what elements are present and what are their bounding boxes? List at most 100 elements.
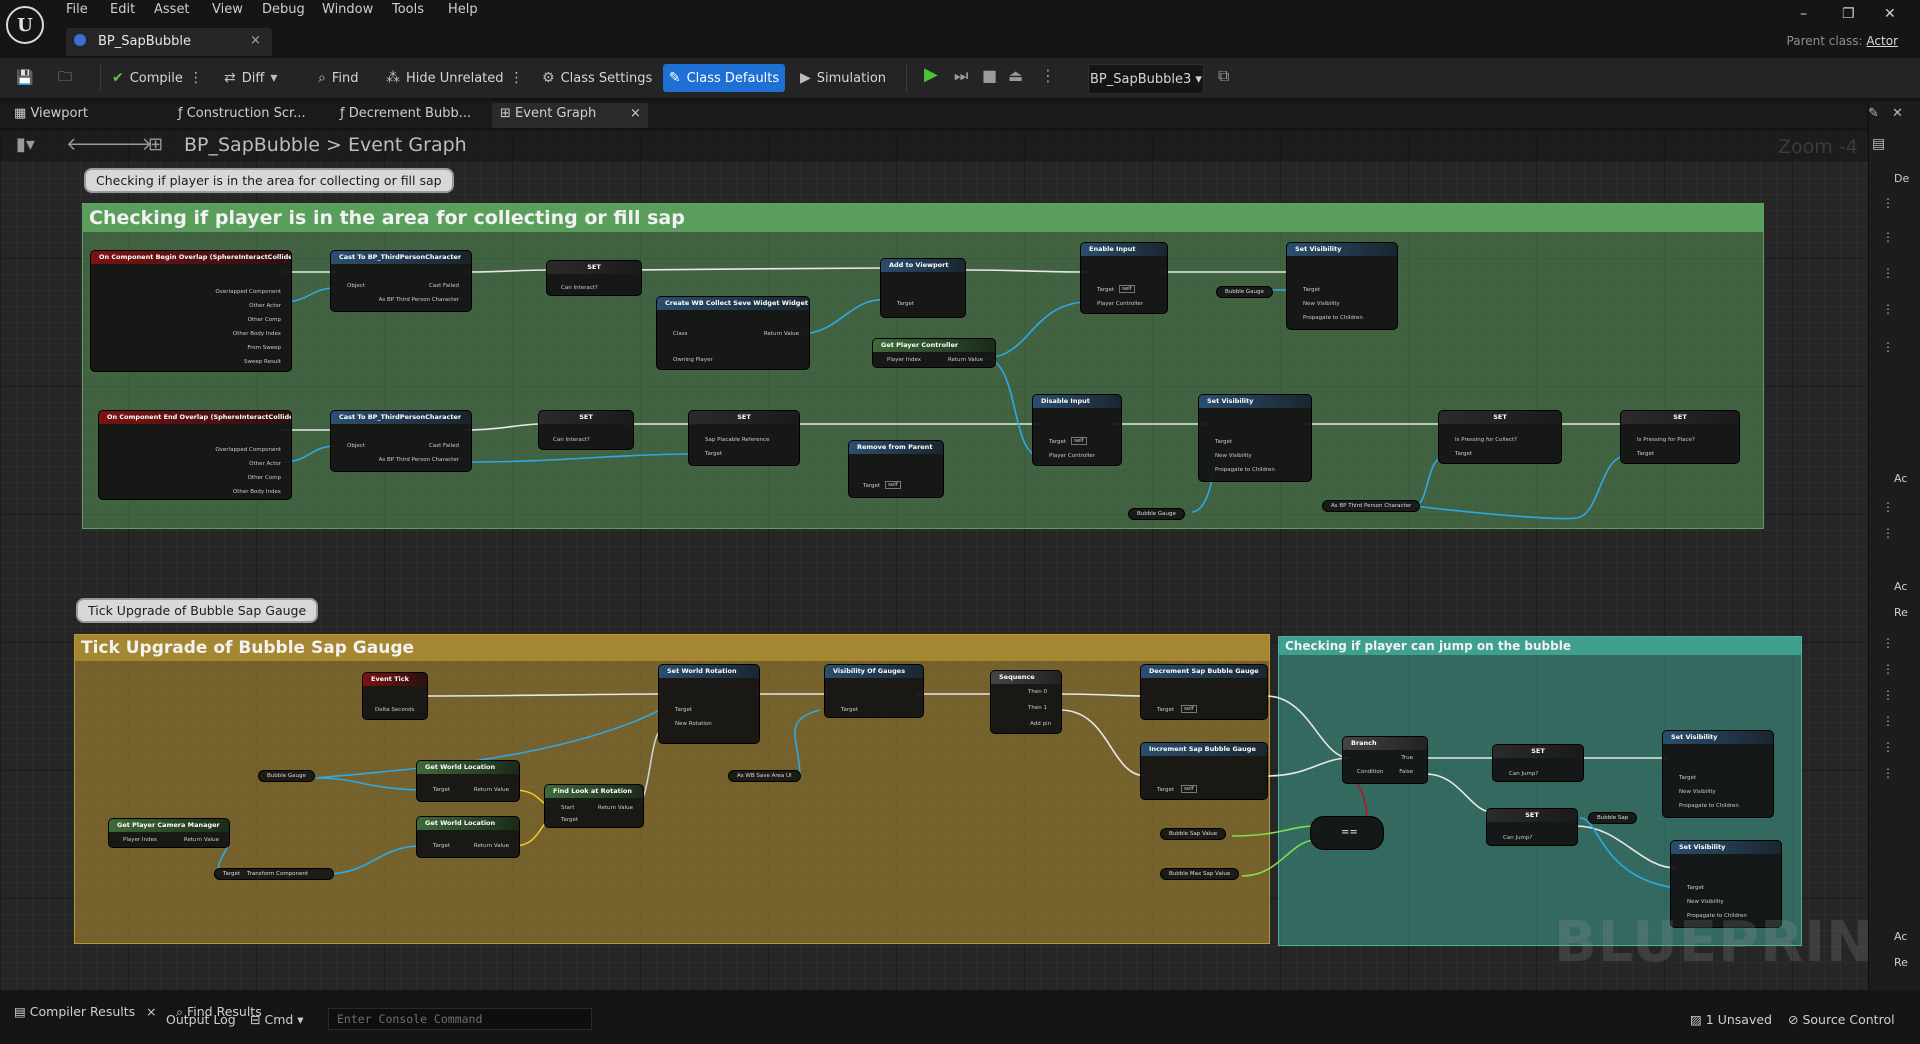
node-create-widget[interactable]: Create WB Collect Seve Widget Widget Cla…	[656, 296, 810, 370]
node-set-visibility-3[interactable]: Set Visibility Target New Visibility Pro…	[1662, 730, 1774, 818]
pin-default[interactable]: self	[1181, 785, 1197, 793]
var-bubble-sap[interactable]: Bubble Sap	[1588, 812, 1638, 824]
compiler-results-close-icon[interactable]: ×	[146, 1004, 156, 1019]
section-header[interactable]: Re	[1894, 606, 1908, 619]
more-options-icon[interactable]: ⋮	[1882, 340, 1894, 354]
node-enable-input[interactable]: Enable Input Target self Player Controll…	[1080, 242, 1168, 314]
pin-label: Target	[1303, 287, 1321, 293]
blueprint-watermark: BLUEPRINT	[1554, 910, 1914, 975]
node-title: SET	[1493, 745, 1583, 758]
pin-default[interactable]: self	[1181, 705, 1197, 713]
pin-default[interactable]: self	[885, 481, 901, 489]
node-set-world-rotation[interactable]: Set World Rotation Target New Rotation	[658, 664, 760, 744]
section-header[interactable]: De	[1894, 172, 1909, 185]
var-bubble-gauge-3[interactable]: Bubble Gauge	[258, 770, 315, 782]
node-set-can-interact[interactable]: SET Can Interact?	[546, 260, 642, 296]
node-increment-gauge[interactable]: Increment Sap Bubble Gauge Target self	[1140, 742, 1268, 800]
pin-label: Target	[897, 301, 915, 307]
add-pin-button[interactable]: Add pin	[1030, 721, 1051, 727]
more-options-icon[interactable]: ⋮	[1882, 500, 1894, 514]
node-begin-overlap[interactable]: On Component Begin Overlap (SphereIntera…	[90, 250, 292, 372]
more-options-icon[interactable]: ⋮	[1882, 196, 1894, 210]
node-get-player-controller[interactable]: Get Player Controller Player Index Retur…	[872, 338, 996, 368]
more-options-icon[interactable]: ⋮	[1882, 766, 1894, 780]
node-cast-2[interactable]: Cast To BP_ThirdPersonCharacter Object C…	[330, 410, 472, 472]
node-get-world-location-1[interactable]: Get World Location Target Return Value	[416, 760, 520, 802]
section-header[interactable]: Re	[1894, 956, 1908, 969]
more-options-icon[interactable]: ⋮	[1882, 266, 1894, 280]
node-event-tick[interactable]: Event Tick Delta Seconds	[362, 672, 428, 720]
pin-label: Can Jump?	[1503, 835, 1533, 841]
object-wire	[1413, 455, 1627, 520]
node-set-is-pressing-place[interactable]: SET Is Pressing for Place? Target	[1620, 410, 1740, 464]
more-options-icon[interactable]: ⋮	[1882, 230, 1894, 244]
node-get-camera-manager[interactable]: Get Player Camera Manager Player Index R…	[108, 818, 230, 848]
find-results-tab[interactable]: ⌕ Find Results	[176, 1004, 262, 1020]
node-title: On Component Begin Overlap (SphereIntera…	[91, 251, 291, 264]
close-panel-icon[interactable]: ✕	[1892, 106, 1903, 121]
node-sequence[interactable]: Sequence Then 0 Then 1 Add pin	[990, 670, 1062, 734]
var-bubble-gauge[interactable]: Bubble Gauge	[1216, 286, 1273, 298]
pin-label: From Sweep	[247, 345, 281, 351]
node-set-visibility-2[interactable]: Set Visibility Target New Visibility Pro…	[1198, 394, 1312, 482]
float-wire	[1241, 839, 1317, 877]
cmd-select[interactable]: ⊟ Cmd ▾	[250, 1012, 304, 1027]
pin-default[interactable]: self	[1119, 285, 1135, 293]
compiler-results-tab[interactable]: ▤ Compiler Results	[14, 1004, 135, 1019]
more-options-icon[interactable]: ⋮	[1882, 714, 1894, 728]
node-title: Get Player Camera Manager	[109, 819, 229, 832]
node-set-can-jump-1[interactable]: SET Can Jump?	[1492, 744, 1584, 782]
section-header[interactable]: Ac	[1894, 472, 1907, 485]
node-add-to-viewport[interactable]: Add to Viewport Target	[880, 258, 966, 318]
pin-label: As BP Third Person Character	[378, 297, 459, 303]
pin-label: Is Pressing for Collect?	[1455, 437, 1518, 443]
source-control-button[interactable]: ⊘ Source Control	[1788, 1012, 1895, 1027]
var-as-wb-save[interactable]: As WB Save Area UI	[728, 770, 801, 782]
pencil-icon[interactable]: ✎	[1868, 106, 1879, 121]
more-options-icon[interactable]: ⋮	[1882, 302, 1894, 316]
exec-wire	[1265, 757, 1351, 777]
node-title: SET	[539, 411, 633, 424]
more-options-icon[interactable]: ⋮	[1882, 636, 1894, 650]
more-options-icon[interactable]: ⋮	[1882, 740, 1894, 754]
node-disable-input[interactable]: Disable Input Target self Player Control…	[1032, 394, 1122, 466]
more-options-icon[interactable]: ⋮	[1882, 662, 1894, 676]
pin-default[interactable]: self	[1071, 437, 1087, 445]
more-options-icon[interactable]: ⋮	[1882, 526, 1894, 540]
var-as-bp-third-person[interactable]: As BP Third Person Character	[1322, 500, 1421, 512]
node-branch[interactable]: Branch True Condition False	[1342, 736, 1428, 784]
node-set-can-interact-2[interactable]: SET Can Interact?	[538, 410, 634, 450]
node-equals[interactable]: ==	[1310, 816, 1384, 850]
exec-wire	[419, 693, 663, 697]
node-cast-1[interactable]: Cast To BP_ThirdPersonCharacter Object C…	[330, 250, 472, 312]
node-end-overlap[interactable]: On Component End Overlap (SphereInteract…	[98, 410, 292, 500]
section-header[interactable]: Ac	[1894, 930, 1907, 943]
pin-label: Player Controller	[1049, 453, 1095, 459]
more-options-icon[interactable]: ⋮	[1882, 688, 1894, 702]
node-remove-from-parent[interactable]: Remove from Parent Target self	[848, 440, 944, 498]
console-input[interactable]: Enter Console Command	[328, 1008, 592, 1030]
var-bubble-max-sap-value[interactable]: Bubble Max Sap Value	[1160, 868, 1240, 880]
unsaved-indicator[interactable]: ▨ 1 Unsaved	[1690, 1012, 1772, 1027]
node-set-sap-placable[interactable]: SET Sap Placable Reference Target	[688, 410, 800, 466]
pin-label: Other Actor	[249, 461, 281, 467]
node-set-can-jump-2[interactable]: SET Can Jump?	[1486, 808, 1578, 846]
pin-label: Target	[1097, 287, 1115, 293]
pin-label: Other Comp	[247, 317, 281, 323]
node-visibility-of-gauges[interactable]: Visibility Of Gauges Target	[824, 664, 924, 718]
pin-label: Sweep Result	[244, 359, 281, 365]
exec-wire	[965, 269, 1089, 273]
node-set-visibility-1[interactable]: Set Visibility Target New Visibility Pro…	[1286, 242, 1398, 330]
section-header[interactable]: Ac	[1894, 580, 1907, 593]
pin-label: Target	[1455, 451, 1473, 457]
cmd-label: Cmd	[264, 1012, 294, 1027]
node-decrement-gauge[interactable]: Decrement Sap Bubble Gauge Target self	[1140, 664, 1268, 720]
node-find-look-at-rotation[interactable]: Find Look at Rotation Start Return Value…	[544, 784, 644, 828]
node-set-is-pressing-collect[interactable]: SET Is Pressing for Collect? Target	[1438, 410, 1562, 464]
var-bubble-gauge-2[interactable]: Bubble Gauge	[1128, 508, 1185, 520]
details-icon[interactable]: ▤	[1872, 136, 1885, 152]
var-bubble-sap-value[interactable]: Bubble Sap Value	[1160, 828, 1227, 840]
var-transform-component[interactable]: Target Transform Component	[214, 868, 334, 880]
pin-label: As BP Third Person Character	[378, 457, 459, 463]
node-get-world-location-2[interactable]: Get World Location Target Return Value	[416, 816, 520, 858]
